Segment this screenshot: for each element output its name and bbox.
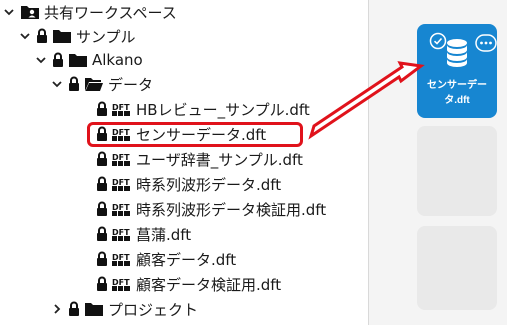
- card-title: センサーデータ.dft: [427, 80, 487, 106]
- tree-file-timeseries[interactable]: DFT 時系列波形データ.dft: [96, 172, 281, 196]
- tree-file-iris[interactable]: DFT 菖蒲.dft: [96, 222, 191, 246]
- svg-text:DFT: DFT: [112, 253, 130, 262]
- file-tree: 共有ワークスペース サンプル Alkano データ DFT HBレビュー_サンプ…: [0, 0, 370, 325]
- svg-text:DFT: DFT: [112, 103, 130, 112]
- preview-panel: センサーデータ.dft: [369, 0, 507, 325]
- lock-icon: [96, 101, 108, 117]
- tree-item-label: プロジェクト: [108, 300, 199, 319]
- chevron-down-icon[interactable]: [34, 53, 48, 67]
- tree-item-label: 顧客データ検証用.dft: [136, 275, 282, 294]
- lock-icon: [96, 251, 108, 267]
- tree-item-sample[interactable]: サンプル: [18, 24, 136, 48]
- tree-item-label: HBレビュー_サンプル.dft: [136, 100, 310, 119]
- folder-icon: [52, 28, 72, 44]
- database-icon: [445, 38, 469, 72]
- lock-icon: [36, 28, 48, 44]
- dft-file-icon: DFT: [112, 176, 132, 192]
- svg-text:DFT: DFT: [112, 153, 130, 162]
- folder-icon: [68, 52, 88, 68]
- lock-icon: [96, 201, 108, 217]
- lock-icon: [96, 176, 108, 192]
- tree-item-label: サンプル: [76, 27, 136, 46]
- lock-icon: [96, 151, 108, 167]
- workspace-folder-icon: [20, 4, 40, 20]
- tree-item-data-folder[interactable]: データ: [50, 72, 153, 96]
- tree-file-hb-review[interactable]: DFT HBレビュー_サンプル.dft: [96, 97, 310, 121]
- more-options-icon[interactable]: [475, 34, 497, 56]
- chevron-down-icon[interactable]: [50, 77, 64, 91]
- svg-text:DFT: DFT: [112, 178, 130, 187]
- tree-item-label: 時系列波形データ.dft: [136, 175, 282, 194]
- dft-file-icon: DFT: [112, 151, 132, 167]
- tree-file-customer-data[interactable]: DFT 顧客データ.dft: [96, 247, 236, 271]
- tree-item-label: 顧客データ.dft: [136, 250, 237, 269]
- placeholder-card: [417, 126, 497, 216]
- dft-file-icon: DFT: [112, 101, 132, 117]
- svg-text:DFT: DFT: [112, 203, 130, 212]
- tree-file-timeseries-validation[interactable]: DFT 時系列波形データ検証用.dft: [96, 197, 326, 221]
- tree-item-alkano[interactable]: Alkano: [34, 48, 143, 72]
- tree-item-shared-workspace[interactable]: 共有ワークスペース: [2, 0, 177, 24]
- svg-text:DFT: DFT: [112, 228, 130, 237]
- lock-icon: [68, 301, 80, 317]
- chevron-down-icon[interactable]: [2, 5, 16, 19]
- tree-item-label: 共有ワークスペース: [44, 3, 177, 22]
- tree-item-project[interactable]: プロジェクト: [50, 297, 198, 321]
- dft-file-icon: DFT: [112, 201, 132, 217]
- tree-item-label: データ: [108, 75, 154, 94]
- placeholder-card: [417, 226, 497, 310]
- chevron-down-icon[interactable]: [18, 29, 32, 43]
- dft-file-icon: DFT: [112, 226, 132, 242]
- dft-file-icon: DFT: [112, 276, 132, 292]
- lock-icon: [52, 52, 64, 68]
- tree-file-user-dictionary[interactable]: DFT ユーザ辞書_サンプル.dft: [96, 147, 303, 171]
- tree-file-customer-data-validation[interactable]: DFT 顧客データ検証用.dft: [96, 272, 281, 296]
- tree-item-label: ユーザ辞書_サンプル.dft: [136, 150, 303, 169]
- lock-icon: [96, 276, 108, 292]
- dft-file-icon: DFT: [112, 251, 132, 267]
- lock-icon: [96, 226, 108, 242]
- tree-item-label: Alkano: [92, 51, 143, 69]
- tree-item-label: 時系列波形データ検証用.dft: [136, 200, 327, 219]
- lock-icon: [68, 76, 80, 92]
- tree-item-label: 菖蒲.dft: [136, 225, 192, 244]
- folder-icon: [84, 301, 104, 317]
- file-card-sensor-data[interactable]: センサーデータ.dft: [417, 24, 497, 118]
- selection-highlight: [87, 122, 303, 147]
- svg-text:DFT: DFT: [112, 278, 130, 287]
- chevron-right-icon[interactable]: [50, 302, 64, 316]
- open-folder-icon: [84, 76, 104, 92]
